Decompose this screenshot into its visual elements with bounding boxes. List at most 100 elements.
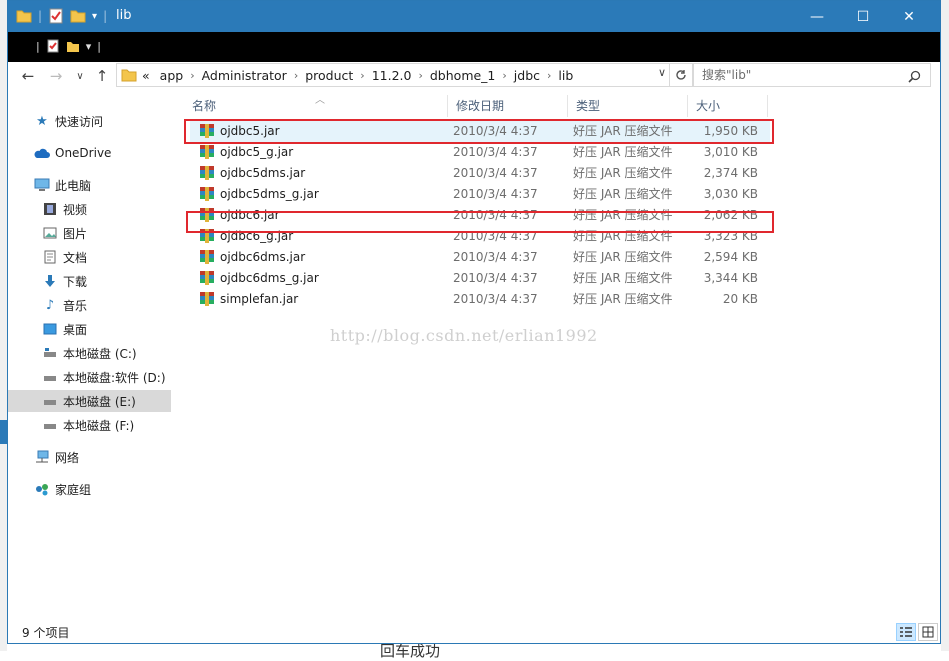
sidebar-item-network[interactable]: 网络: [34, 446, 197, 468]
sidebar-item-downloads[interactable]: 下载: [42, 270, 205, 292]
address-overflow[interactable]: «: [137, 68, 155, 83]
navigation-pane: ★ 快速访问 OneDrive 此电脑 视频 图片 文档 下载 ♪ 音乐 桌面 …: [8, 90, 174, 610]
details-view-button[interactable]: [896, 623, 916, 641]
file-name: ojdbc6dms.jar: [220, 250, 306, 264]
sidebar-item-label: 本地磁盘:软件 (D:): [63, 370, 166, 385]
drive-icon: [42, 345, 58, 361]
sidebar-item-drive-c[interactable]: 本地磁盘 (C:): [42, 342, 205, 364]
new-folder-icon[interactable]: [66, 39, 80, 53]
sidebar-item-label: 音乐: [63, 298, 88, 313]
breadcrumb-app[interactable]: app: [155, 68, 189, 83]
column-header-date[interactable]: 修改日期: [448, 95, 568, 117]
refresh-icon: [676, 70, 686, 80]
desktop-icon: [42, 321, 58, 337]
sidebar-item-label: 本地磁盘 (E:): [63, 394, 136, 409]
sidebar-item-homegroup[interactable]: 家庭组: [34, 478, 197, 500]
sidebar-item-documents[interactable]: 文档: [42, 246, 205, 268]
annotation-highlight-box: [186, 211, 774, 233]
breadcrumb-separator[interactable]: ›: [500, 69, 508, 82]
navigation-bar: ← → ∨ ↑ « app › Administrator › product …: [8, 62, 940, 90]
file-type: 好压 JAR 压缩文件: [573, 187, 673, 201]
column-header-label: 大小: [696, 99, 721, 113]
drive-icon: [42, 393, 58, 409]
sidebar-item-onedrive[interactable]: OneDrive: [34, 142, 197, 164]
file-row[interactable]: ojdbc6dms.jar 2010/3/4 4:37 好压 JAR 压缩文件 2,5…: [190, 247, 770, 268]
toolbar-separator: |: [36, 39, 40, 53]
file-row[interactable]: simplefan.jar 2010/3/4 4:37 好压 JAR 压缩文件 20 …: [190, 289, 770, 310]
sidebar-item-music[interactable]: ♪ 音乐: [42, 294, 205, 316]
large-icons-view-button[interactable]: [918, 623, 938, 641]
recent-locations-button[interactable]: ∨: [70, 66, 90, 86]
computer-icon: [34, 177, 50, 193]
sidebar-item-label: 文档: [63, 250, 88, 265]
jar-archive-icon: [199, 249, 215, 265]
file-name: ojdbc5dms_g.jar: [220, 187, 319, 201]
homegroup-icon: [34, 481, 50, 497]
window-title: lib: [116, 8, 132, 23]
column-header-type[interactable]: 类型: [568, 95, 688, 117]
document-icon: [42, 249, 58, 265]
breadcrumb-separator[interactable]: ›: [292, 69, 300, 82]
picture-icon: [42, 225, 58, 241]
sidebar-item-drive-d[interactable]: 本地磁盘:软件 (D:): [42, 366, 205, 388]
file-row[interactable]: ojdbc6dms_g.jar 2010/3/4 4:37 好压 JAR 压缩文件 3…: [190, 268, 770, 289]
forward-button[interactable]: →: [46, 66, 66, 86]
toolbar-separator: |: [97, 39, 101, 53]
sidebar-item-desktop[interactable]: 桌面: [42, 318, 205, 340]
jar-archive-icon: [199, 186, 215, 202]
file-name: ojdbc5dms.jar: [220, 166, 306, 180]
breadcrumb-separator[interactable]: ›: [416, 69, 424, 82]
customize-dropdown-icon[interactable]: ▾: [86, 40, 92, 53]
new-folder-icon[interactable]: [70, 8, 86, 24]
breadcrumb-dbhome[interactable]: dbhome_1: [425, 68, 501, 83]
music-icon: ♪: [45, 297, 55, 313]
file-row[interactable]: ojdbc5dms.jar 2010/3/4 4:37 好压 JAR 压缩文件 2,3…: [190, 163, 770, 184]
sidebar-item-drive-f[interactable]: 本地磁盘 (F:): [42, 414, 205, 436]
jar-archive-icon: [199, 165, 215, 181]
file-row[interactable]: ojdbc5_g.jar 2010/3/4 4:37 好压 JAR 压缩文件 3,01…: [190, 142, 770, 163]
background-blue-mark: [0, 420, 7, 444]
breadcrumb-product[interactable]: product: [300, 68, 358, 83]
breadcrumb-version[interactable]: 11.2.0: [367, 68, 417, 83]
large-icons-view-icon: [922, 626, 934, 638]
breadcrumb-administrator[interactable]: Administrator: [197, 68, 292, 83]
column-header-size[interactable]: 大小: [688, 95, 768, 117]
folder-icon: [121, 69, 137, 82]
breadcrumb-jdbc[interactable]: jdbc: [509, 68, 545, 83]
breadcrumb-separator[interactable]: ›: [358, 69, 366, 82]
properties-icon[interactable]: [48, 8, 64, 24]
sidebar-item-pictures[interactable]: 图片: [42, 222, 205, 244]
file-size: 2,374 KB: [703, 166, 758, 180]
minimize-button[interactable]: —: [794, 1, 840, 32]
address-dropdown-icon[interactable]: ∨: [658, 66, 666, 79]
search-icon[interactable]: [908, 70, 921, 83]
file-size: 3,030 KB: [703, 187, 758, 201]
sidebar-item-label: 本地磁盘 (C:): [63, 346, 137, 361]
file-date: 2010/3/4 4:37: [453, 250, 538, 264]
customize-dropdown-icon[interactable]: ▾: [92, 11, 97, 22]
sidebar-item-this-pc[interactable]: 此电脑: [34, 174, 197, 196]
refresh-button[interactable]: [669, 64, 692, 86]
back-button[interactable]: ←: [18, 66, 38, 86]
file-name: simplefan.jar: [220, 292, 299, 306]
breadcrumb-separator[interactable]: ›: [545, 69, 553, 82]
sidebar-item-drive-e[interactable]: 本地磁盘 (E:): [8, 390, 171, 412]
close-button[interactable]: ✕: [886, 1, 932, 32]
column-header-name[interactable]: ︿ 名称: [184, 95, 448, 117]
toolbar-separator: |: [103, 9, 108, 23]
breadcrumb-separator[interactable]: ›: [188, 69, 196, 82]
video-icon: [42, 201, 58, 217]
sidebar-item-videos[interactable]: 视频: [42, 198, 205, 220]
file-size: 2,594 KB: [703, 250, 758, 264]
sidebar-item-quick-access[interactable]: ★ 快速访问: [34, 110, 197, 132]
breadcrumb-lib[interactable]: lib: [553, 68, 578, 83]
search-input[interactable]: 搜索"lib": [693, 63, 931, 87]
file-row[interactable]: ojdbc5dms_g.jar 2010/3/4 4:37 好压 JAR 压缩文件 3…: [190, 184, 770, 205]
explorer-window: | ▾ | lib — ☐ ✕ | ▾ | ← → ∨ ↑ « app › Ad…: [7, 0, 941, 644]
maximize-button[interactable]: ☐: [840, 1, 886, 32]
background-right: [941, 0, 949, 651]
folder-icon: [16, 10, 32, 23]
up-button[interactable]: ↑: [92, 66, 112, 86]
address-bar[interactable]: « app › Administrator › product › 11.2.0…: [116, 63, 693, 87]
properties-icon[interactable]: [46, 39, 60, 53]
